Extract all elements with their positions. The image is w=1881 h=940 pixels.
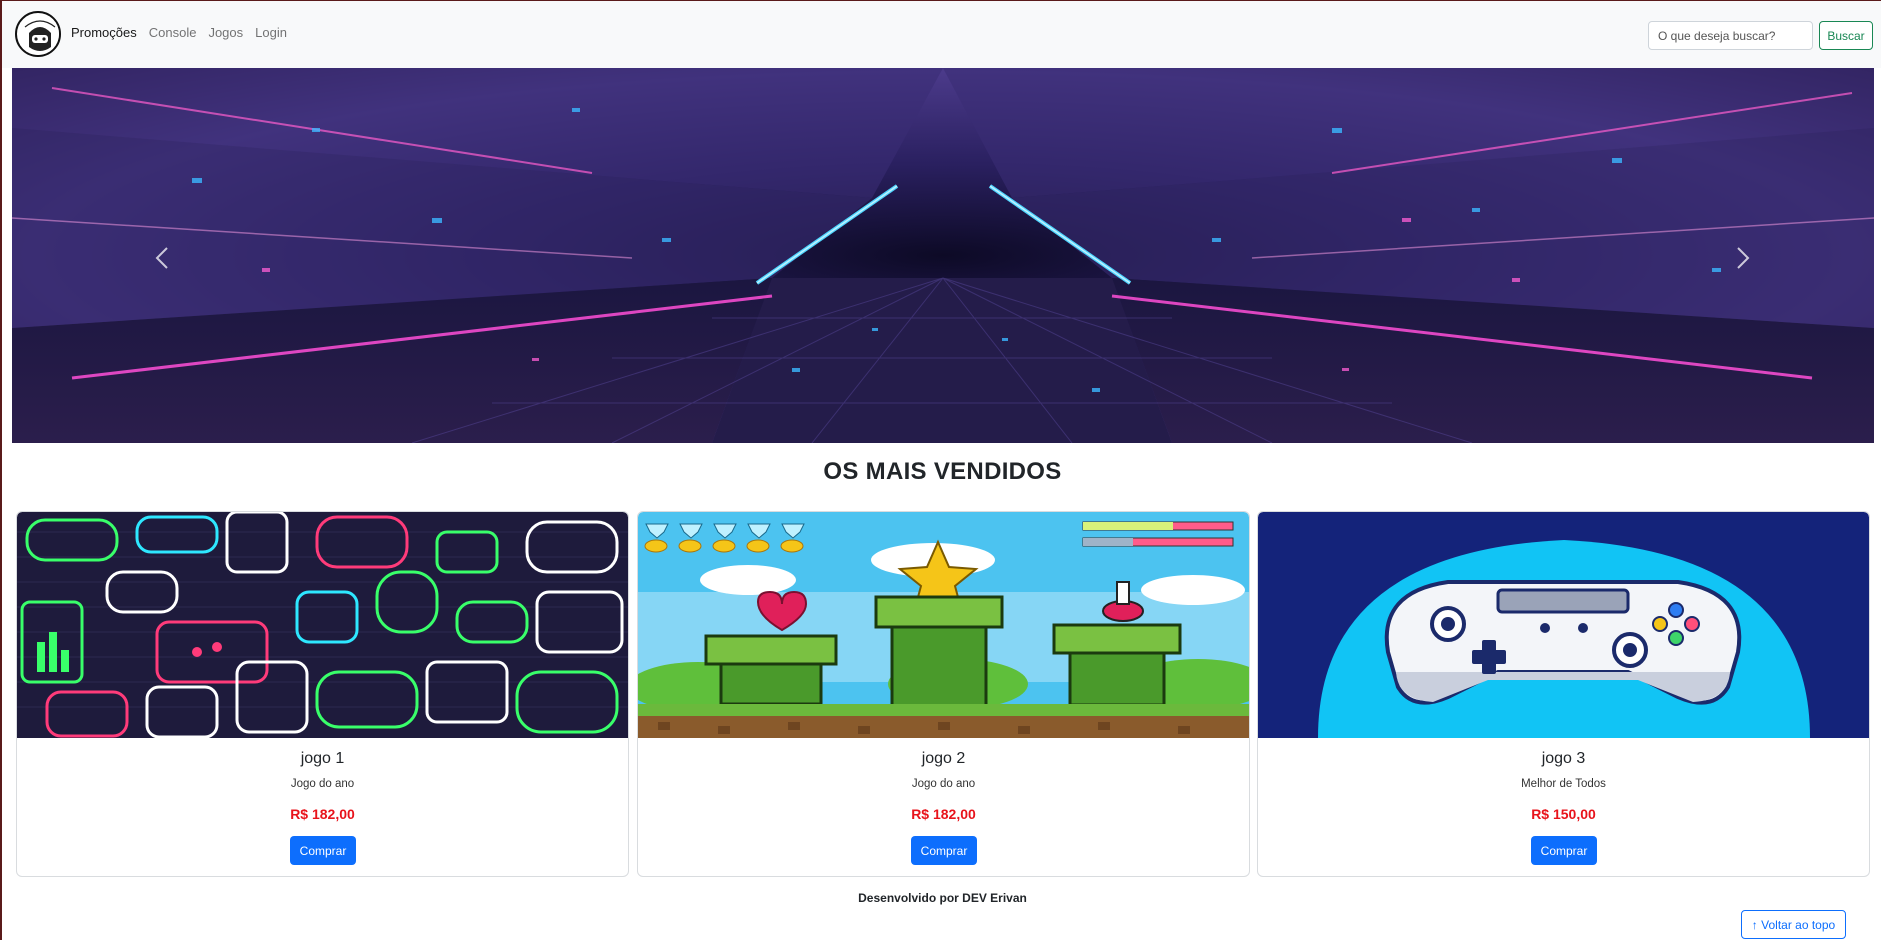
- buy-button[interactable]: Comprar: [290, 836, 356, 865]
- product-price: R$ 182,00: [290, 806, 355, 822]
- product-subtitle: Melhor de Todos: [1521, 778, 1606, 790]
- product-price: R$ 150,00: [1531, 806, 1596, 822]
- product-title: jogo 1: [300, 750, 345, 767]
- product-price: R$ 182,00: [911, 806, 976, 822]
- section-title: OS MAIS VENDIDOS: [823, 458, 1062, 485]
- top-navbar: Promoções Console Jogos Login Buscar: [2, 1, 1881, 68]
- hero-banner-image: [12, 68, 1874, 443]
- carousel-next-button[interactable]: [1723, 238, 1763, 278]
- carousel-prev-button[interactable]: [142, 238, 182, 278]
- gaming-logo[interactable]: [15, 11, 61, 57]
- buy-button[interactable]: Comprar: [911, 836, 977, 865]
- product-subtitle: Jogo do ano: [911, 778, 976, 790]
- product-title: jogo 2: [921, 750, 966, 767]
- nav-link-console[interactable]: Console: [149, 25, 197, 40]
- buy-button[interactable]: Comprar: [1531, 836, 1597, 865]
- product-image: [17, 512, 628, 738]
- nav-link-jogos[interactable]: Jogos: [208, 25, 243, 40]
- search-button[interactable]: Buscar: [1819, 21, 1873, 50]
- hero-carousel: [12, 68, 1874, 443]
- nav-links: Promoções Console Jogos Login: [71, 25, 287, 40]
- product-subtitle: Jogo do ano: [290, 778, 355, 790]
- search-input[interactable]: [1648, 21, 1813, 50]
- product-card: jogo 2 Jogo do ano R$ 182,00 Comprar: [637, 511, 1250, 877]
- nav-link-promocoes[interactable]: Promoções: [71, 25, 137, 40]
- product-image: [638, 512, 1249, 738]
- nav-link-login[interactable]: Login: [255, 25, 287, 40]
- back-to-top-button[interactable]: ↑ Voltar ao topo: [1741, 910, 1846, 939]
- footer-credit: Desenvolvido por DEV Erivan: [858, 891, 1027, 905]
- chevron-right-icon: [1737, 247, 1750, 269]
- chevron-left-icon: [155, 247, 168, 269]
- product-image: [1258, 512, 1869, 738]
- product-title: jogo 3: [1541, 750, 1586, 767]
- product-card: jogo 1 Jogo do ano R$ 182,00 Comprar: [16, 511, 629, 877]
- product-card: jogo 3 Melhor de Todos R$ 150,00 Comprar: [1257, 511, 1870, 877]
